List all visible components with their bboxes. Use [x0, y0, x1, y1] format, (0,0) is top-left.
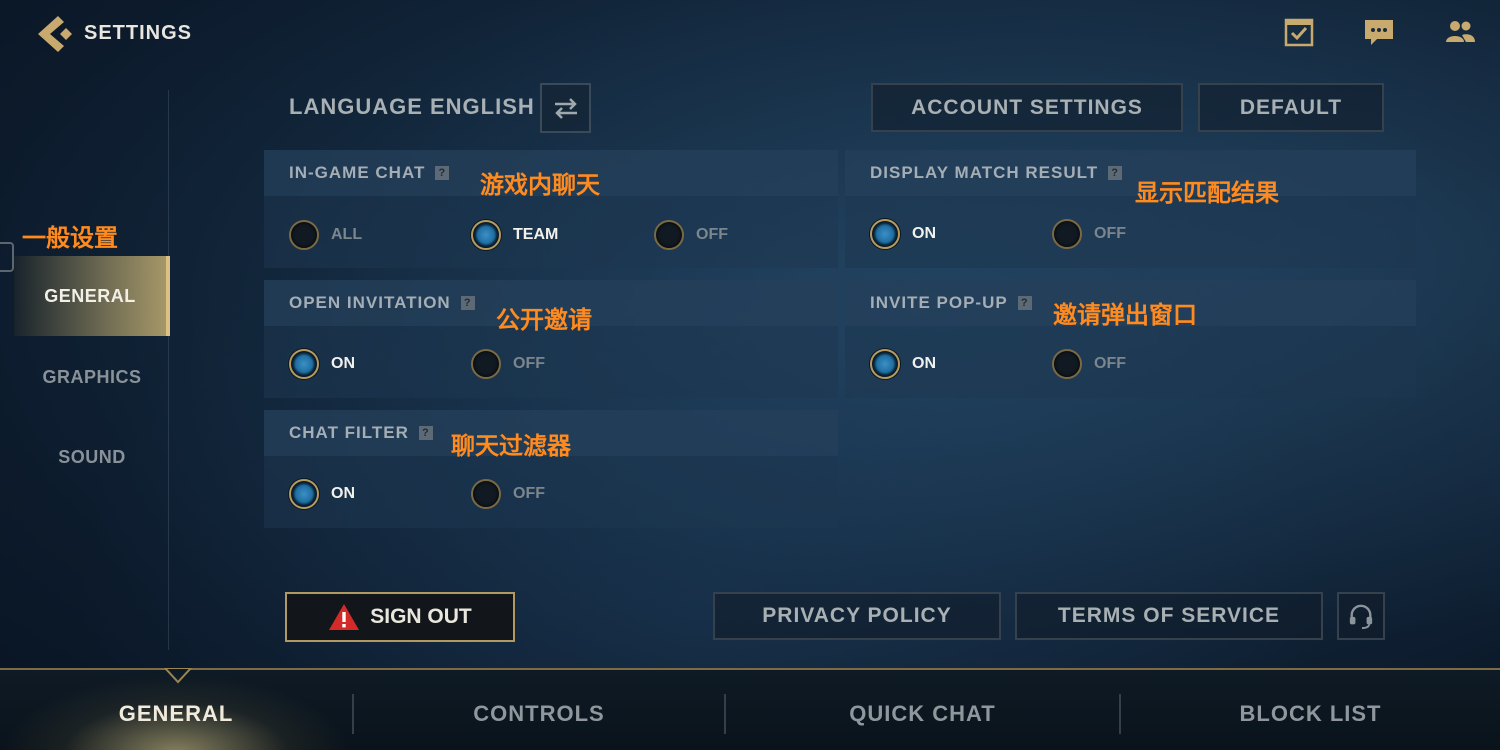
radio-dot	[1052, 219, 1082, 249]
panel-title: IN-GAME CHAT ?	[289, 163, 450, 183]
radio-dot	[1052, 349, 1082, 379]
open-invitation-panel: OPEN INVITATION ? ON OFF	[264, 280, 838, 398]
radio-dot	[654, 220, 684, 250]
sign-out-label: SIGN OUT	[370, 605, 472, 628]
back-arrow-icon[interactable]	[36, 14, 74, 54]
terms-of-service-button[interactable]: TERMS OF SERVICE	[1015, 592, 1323, 640]
radio-dot	[289, 220, 319, 250]
sign-out-button[interactable]: SIGN OUT	[285, 592, 515, 642]
account-settings-button[interactable]: ACCOUNT SETTINGS	[871, 83, 1183, 132]
radio-label: TEAM	[513, 226, 559, 243]
open-invitation-title: OPEN INVITATION	[289, 293, 451, 312]
tab-general[interactable]: GENERAL	[0, 674, 352, 750]
help-icon[interactable]: ?	[1017, 296, 1032, 310]
panel-title: DISPLAY MATCH RESULT ?	[870, 163, 1123, 183]
sidebar-annotation: 一般设置	[22, 224, 118, 252]
display-match-result-title: DISPLAY MATCH RESULT	[870, 163, 1099, 182]
chat-filter-annotation: 聊天过滤器	[451, 432, 571, 460]
display-match-result-annotation: 显示匹配结果	[1135, 179, 1279, 207]
language-label: LANGUAGE ENGLISH	[289, 94, 535, 119]
in-game-chat-annotation: 游戏内聊天	[480, 171, 600, 199]
tab-quick-chat[interactable]: QUICK CHAT	[726, 674, 1119, 750]
sidebar-item-graphics[interactable]: GRAPHICS	[14, 337, 170, 417]
radio-dot	[471, 349, 501, 379]
checklist-icon[interactable]	[1283, 16, 1315, 48]
radio-popup-off[interactable]: OFF	[1052, 349, 1126, 379]
radio-dot	[289, 349, 319, 379]
help-icon[interactable]: ?	[418, 426, 433, 440]
chat-filter-title: CHAT FILTER	[289, 423, 409, 442]
radio-invitation-off[interactable]: OFF	[471, 349, 545, 379]
radio-match-result-on[interactable]: ON	[870, 219, 936, 249]
help-icon[interactable]: ?	[1108, 166, 1123, 180]
panel-title: OPEN INVITATION ?	[289, 293, 475, 313]
chat-bubble-icon[interactable]	[1363, 16, 1395, 48]
radio-dot	[289, 479, 319, 509]
sidebar-tab-marker	[0, 242, 14, 272]
invite-popup-annotation: 邀请弹出窗口	[1053, 301, 1197, 329]
panel-title: CHAT FILTER ?	[289, 423, 433, 443]
support-button[interactable]	[1337, 592, 1385, 640]
radio-label: ON	[331, 355, 355, 372]
radio-label: ALL	[331, 226, 363, 243]
default-button[interactable]: DEFAULT	[1198, 83, 1384, 132]
radio-dot	[471, 479, 501, 509]
friends-icon[interactable]	[1444, 16, 1476, 48]
radio-filter-off[interactable]: OFF	[471, 479, 545, 509]
display-match-result-panel: DISPLAY MATCH RESULT ? ON OFF	[845, 150, 1416, 268]
tab-block-list[interactable]: BLOCK LIST	[1121, 674, 1500, 750]
radio-label: ON	[331, 485, 355, 502]
tab-controls[interactable]: CONTROLS	[354, 674, 724, 750]
radio-label: OFF	[513, 485, 545, 502]
radio-chat-all[interactable]: ALL	[289, 220, 362, 250]
page-title: SETTINGS	[84, 22, 193, 44]
headset-icon	[1349, 604, 1373, 629]
radio-label: ON	[912, 225, 936, 242]
radio-popup-on[interactable]: ON	[870, 349, 936, 379]
radio-chat-off[interactable]: OFF	[654, 220, 728, 250]
radio-dot	[870, 219, 900, 249]
radio-label: ON	[912, 355, 936, 372]
radio-dot	[870, 349, 900, 379]
radio-label: OFF	[513, 355, 545, 372]
help-icon[interactable]: ?	[435, 166, 450, 180]
radio-match-result-off[interactable]: OFF	[1052, 219, 1126, 249]
privacy-policy-button[interactable]: PRIVACY POLICY	[713, 592, 1001, 640]
radio-invitation-on[interactable]: ON	[289, 349, 355, 379]
panel-title: INVITE POP-UP ?	[870, 293, 1032, 313]
radio-label: OFF	[1094, 355, 1126, 372]
radio-label: OFF	[696, 226, 728, 243]
language-swap-button[interactable]	[540, 83, 591, 133]
radio-label: OFF	[1094, 225, 1126, 242]
radio-chat-team[interactable]: TEAM	[471, 220, 558, 250]
radio-filter-on[interactable]: ON	[289, 479, 355, 509]
warning-icon	[329, 604, 360, 630]
in-game-chat-title: IN-GAME CHAT	[289, 163, 426, 182]
open-invitation-annotation: 公开邀请	[496, 306, 592, 334]
sidebar-item-general[interactable]: GENERAL	[14, 256, 170, 336]
invite-popup-title: INVITE POP-UP	[870, 293, 1008, 312]
radio-dot	[471, 220, 501, 250]
help-icon[interactable]: ?	[460, 296, 475, 310]
swap-arrows-icon	[554, 98, 577, 119]
sidebar-item-sound[interactable]: SOUND	[14, 417, 170, 497]
